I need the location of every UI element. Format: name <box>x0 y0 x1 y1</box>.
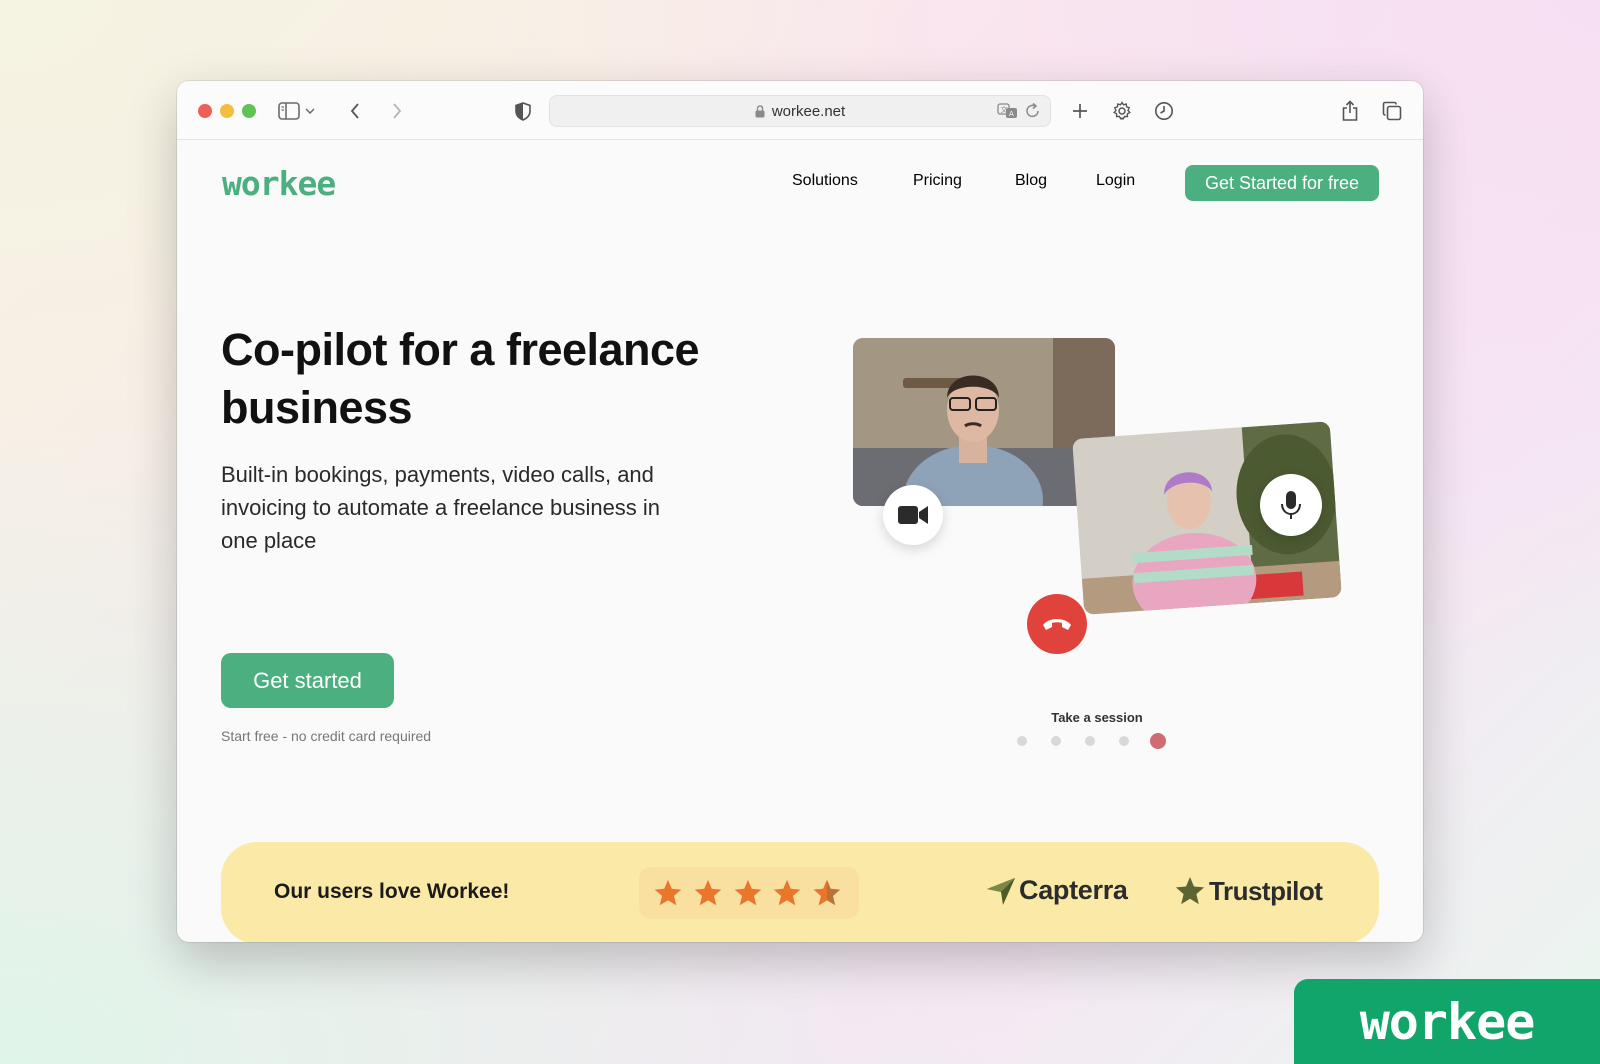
star-icon <box>694 879 722 906</box>
microphone-icon[interactable] <box>1260 474 1322 536</box>
video-camera-icon[interactable] <box>883 485 943 545</box>
workee-watermark: workee <box>1294 979 1600 1064</box>
carousel-dot-5[interactable] <box>1150 733 1166 749</box>
carousel-dots <box>1017 732 1177 752</box>
nav-item-pricing[interactable]: Pricing <box>913 172 962 190</box>
close-window-button[interactable] <box>198 104 212 118</box>
chevron-down-icon[interactable] <box>302 98 318 124</box>
sidebar-icon[interactable] <box>276 98 302 124</box>
reviews-banner: Our users love Workee! Capterra Trustpil… <box>221 842 1379 942</box>
trustpilot-logo[interactable]: Trustpilot <box>1173 875 1323 907</box>
share-icon[interactable] <box>1337 98 1363 124</box>
shield-icon[interactable] <box>510 98 536 124</box>
star-icon <box>654 879 682 906</box>
hang-up-icon[interactable] <box>1027 594 1087 654</box>
carousel-caption: Take a session <box>1051 710 1143 725</box>
reload-icon[interactable] <box>1025 102 1041 120</box>
rating-stars <box>639 867 859 919</box>
carousel-dot-4[interactable] <box>1119 736 1129 746</box>
new-tab-icon[interactable] <box>1067 98 1093 124</box>
get-started-free-button[interactable]: Get Started for free <box>1185 165 1379 201</box>
minimize-window-button[interactable] <box>220 104 234 118</box>
zoom-window-button[interactable] <box>242 104 256 118</box>
reviews-text: Our users love Workee! <box>274 880 510 903</box>
hero-subtitle: Built-in bookings, payments, video calls… <box>221 462 661 553</box>
settings-icon[interactable] <box>1109 98 1135 124</box>
capterra-arrow-icon <box>987 877 1015 905</box>
browser-toolbar: workee.net 文A <box>177 81 1423 140</box>
history-icon[interactable] <box>1151 98 1177 124</box>
nav-item-blog[interactable]: Blog <box>1015 172 1047 190</box>
nav-item-login[interactable]: Login <box>1096 172 1135 190</box>
back-icon[interactable] <box>342 98 368 124</box>
capterra-label: Capterra <box>1019 875 1128 905</box>
translate-icon[interactable]: 文A <box>997 102 1019 120</box>
star-icon <box>734 879 762 906</box>
lock-icon <box>755 104 765 118</box>
trustpilot-label: Trustpilot <box>1209 875 1323 906</box>
web-page: workee Solutions Pricing Blog Login Get … <box>177 140 1423 942</box>
hero-note: Start free - no credit card required <box>221 728 432 744</box>
address-bar[interactable]: workee.net 文A <box>549 95 1051 127</box>
carousel-dot-2[interactable] <box>1051 736 1061 746</box>
browser-window: workee.net 文A workee Solutions Pricing B… <box>177 81 1423 942</box>
hero-title: Co-pilot for a freelance business <box>221 324 700 433</box>
svg-text:文: 文 <box>1001 105 1008 114</box>
carousel-dot-1[interactable] <box>1017 736 1027 746</box>
carousel-dot-3[interactable] <box>1085 736 1095 746</box>
star-icon <box>773 879 801 906</box>
capterra-logo[interactable]: Capterra <box>986 875 1128 906</box>
trustpilot-star-icon <box>1175 877 1205 905</box>
get-started-button[interactable]: Get started <box>221 653 394 708</box>
forward-icon[interactable] <box>384 98 410 124</box>
url-text: workee.net <box>771 102 846 120</box>
tabs-overview-icon[interactable] <box>1379 98 1405 124</box>
svg-text:A: A <box>1009 110 1014 118</box>
nav-item-solutions[interactable]: Solutions <box>792 172 858 190</box>
half-star-icon <box>813 879 841 906</box>
site-logo[interactable]: workee <box>222 164 336 203</box>
